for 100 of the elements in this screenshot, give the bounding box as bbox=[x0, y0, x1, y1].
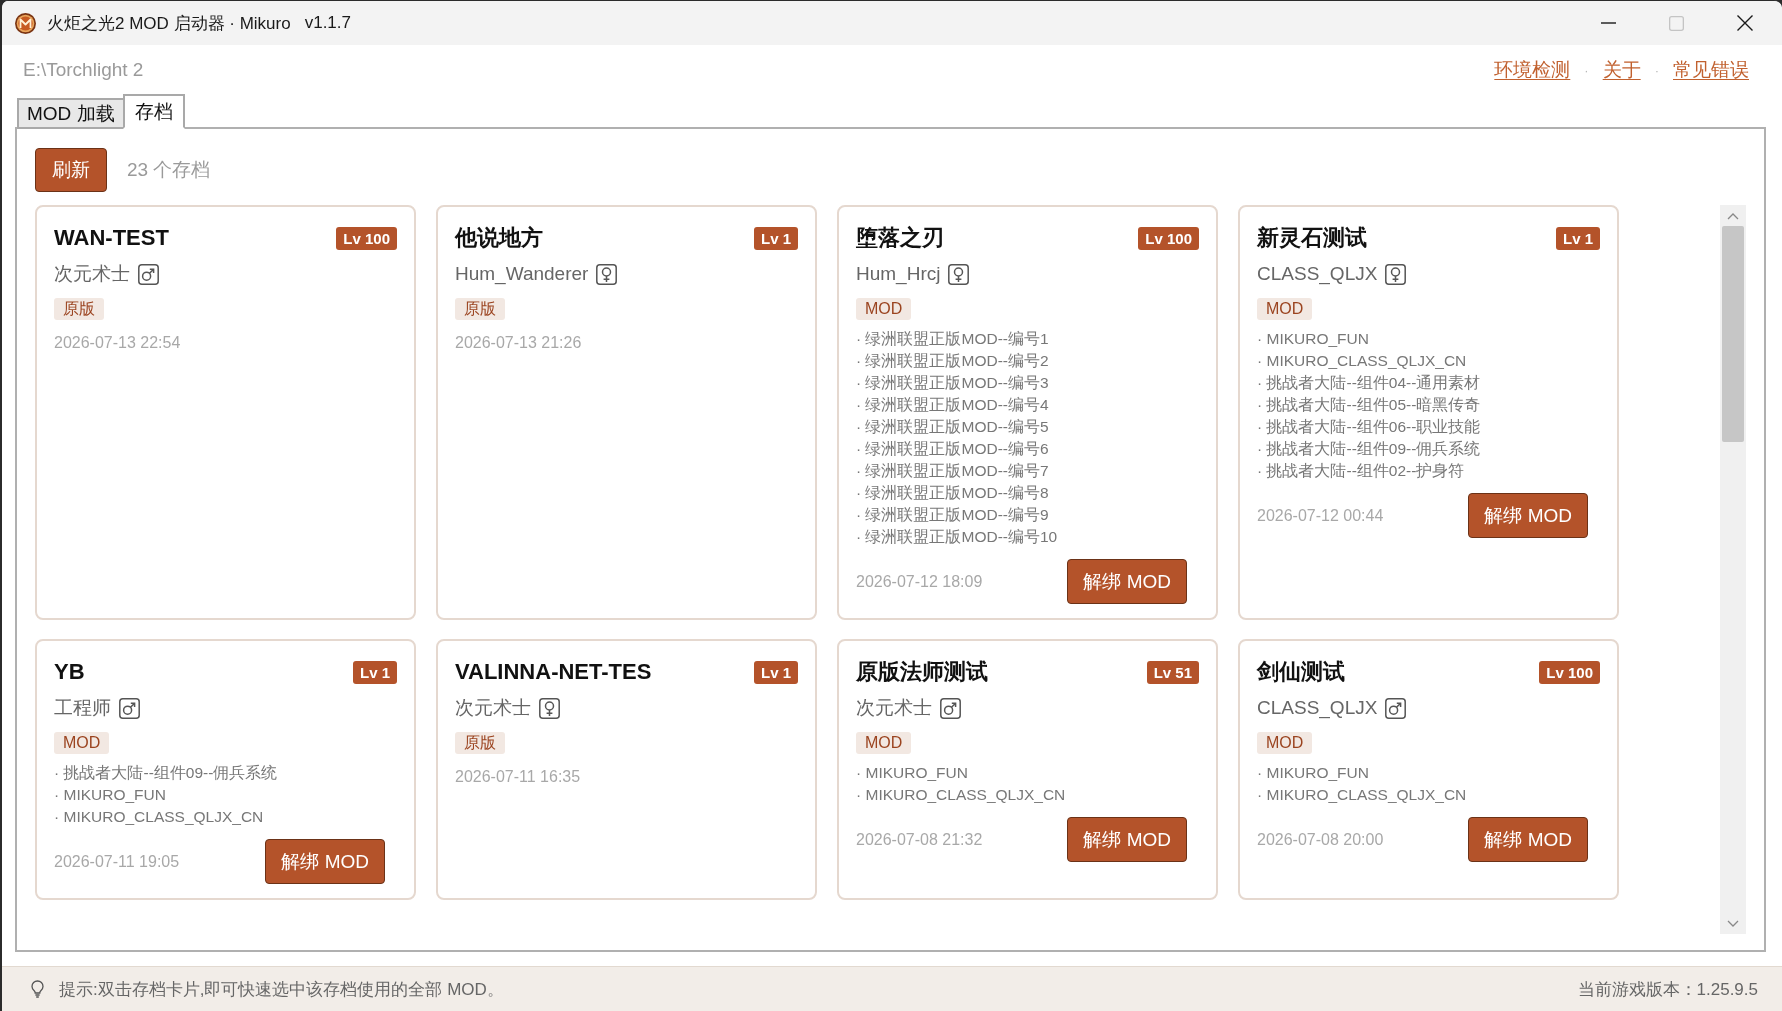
app-logo-icon bbox=[15, 12, 36, 34]
scroll-up-icon[interactable] bbox=[1727, 212, 1739, 220]
version-label: v1.1.7 bbox=[304, 13, 351, 33]
save-card[interactable]: 剑仙测试 Lv 100 CLASS_QLJX MOD · MIKURO_FUN · MIKURO_CLASS_QLJX_CN 2026-07-08 20:00 解绑 MOD bbox=[1238, 639, 1619, 900]
mod-list-item: · 绿洲联盟正版MOD--编号8 bbox=[856, 483, 1049, 503]
save-name: 堕落之刃 bbox=[856, 224, 944, 252]
mod-list-item: · 挑战者大陆--组件02--护身符 bbox=[1257, 461, 1465, 481]
save-name: 原版法师测试 bbox=[856, 658, 988, 686]
maximize-icon bbox=[1668, 15, 1684, 31]
mod-list-item: · 挑战者大陆--组件09--佣兵系统 bbox=[54, 763, 278, 783]
version-tag: MOD bbox=[54, 732, 110, 754]
unbind-mod-button[interactable]: 解绑 MOD bbox=[265, 839, 385, 884]
unbind-mod-button[interactable]: 解绑 MOD bbox=[1468, 817, 1588, 862]
mod-list-item: · MIKURO_FUN bbox=[856, 763, 968, 783]
level-badge: Lv 1 bbox=[754, 660, 798, 684]
save-date: 2026-07-08 20:00 bbox=[1257, 829, 1384, 850]
header-link[interactable]: 环境检测 bbox=[1494, 57, 1571, 83]
level-badge: Lv 51 bbox=[1146, 660, 1199, 684]
save-date: 2026-07-12 18:09 bbox=[856, 571, 983, 592]
unbind-mod-button[interactable]: 解绑 MOD bbox=[1468, 493, 1588, 538]
save-count: 23 个存档 bbox=[127, 158, 211, 182]
mod-list-item: · 绿洲联盟正版MOD--编号10 bbox=[856, 527, 1058, 547]
save-card[interactable]: WAN-TEST Lv 100 次元术士 原版 2026-07-13 22:54 bbox=[35, 205, 416, 620]
save-date: 2026-07-13 22:54 bbox=[54, 333, 181, 353]
mod-list-item: · MIKURO_CLASS_QLJX_CN bbox=[1257, 785, 1467, 805]
character-class: CLASS_QLJX bbox=[1257, 263, 1378, 285]
mod-list-item: · 绿洲联盟正版MOD--编号3 bbox=[856, 373, 1049, 393]
tab[interactable]: MOD 加载 bbox=[17, 98, 125, 129]
mod-list-item: · 绿洲联盟正版MOD--编号9 bbox=[856, 505, 1049, 525]
mod-list-item: · MIKURO_CLASS_QLJX_CN bbox=[54, 807, 264, 827]
mod-list-item: · 挑战者大陆--组件09--佣兵系统 bbox=[1257, 439, 1481, 459]
lightbulb-icon bbox=[31, 980, 44, 998]
header-link[interactable]: 常见错误 bbox=[1673, 57, 1749, 83]
character-class: CLASS_QLJX bbox=[1257, 697, 1378, 719]
version-tag: MOD bbox=[856, 732, 912, 754]
unbind-mod-button[interactable]: 解绑 MOD bbox=[1067, 817, 1187, 862]
version-tag: MOD bbox=[856, 298, 912, 320]
save-name: 他说地方 bbox=[455, 224, 543, 252]
mod-list-item: · 绿洲联盟正版MOD--编号6 bbox=[856, 439, 1049, 459]
mod-list-item: · MIKURO_FUN bbox=[1257, 763, 1369, 783]
character-class: 次元术士 bbox=[455, 696, 531, 720]
level-badge: Lv 1 bbox=[353, 660, 397, 684]
mod-list-item: · 挑战者大陆--组件06--职业技能 bbox=[1257, 417, 1481, 437]
mod-list-item: · 挑战者大陆--组件04--通用素材 bbox=[1257, 373, 1481, 393]
mod-list-item: · MIKURO_CLASS_QLJX_CN bbox=[1257, 351, 1467, 371]
save-date: 2026-07-12 00:44 bbox=[1257, 505, 1384, 526]
character-class: Hum_Wanderer bbox=[455, 263, 589, 285]
link-separator: · bbox=[1584, 63, 1589, 77]
unbind-mod-button[interactable]: 解绑 MOD bbox=[1067, 559, 1187, 604]
refresh-button[interactable]: 刷新 bbox=[35, 148, 107, 192]
level-badge: Lv 100 bbox=[1539, 660, 1600, 684]
save-name: YB bbox=[54, 659, 85, 685]
character-class: Hum_Hrcj bbox=[856, 263, 941, 285]
save-card[interactable]: 他说地方 Lv 1 Hum_Wanderer 原版 2026-07-13 21:26 bbox=[436, 205, 817, 620]
header-link[interactable]: 关于 bbox=[1602, 57, 1641, 83]
minimize-icon bbox=[1600, 22, 1616, 24]
mod-list-item: · 绿洲联盟正版MOD--编号4 bbox=[856, 395, 1049, 415]
version-tag: MOD bbox=[1257, 298, 1313, 320]
save-name: VALINNA-NET-TES bbox=[455, 659, 652, 685]
game-path: E:\Torchlight 2 bbox=[23, 59, 144, 81]
close-icon bbox=[1737, 15, 1753, 31]
version-tag: 原版 bbox=[54, 298, 104, 320]
save-card[interactable]: YB Lv 1 工程师 MOD · 挑战者大陆--组件09--佣兵系统 · MIKURO_FUN · MIKURO_CLASS_QLJX_CN 2026-07-11 19:05 解绑 MOD bbox=[35, 639, 416, 900]
mod-list-item: · MIKURO_FUN bbox=[54, 785, 166, 805]
mod-list-item: · 绿洲联盟正版MOD--编号5 bbox=[856, 417, 1049, 437]
level-badge: Lv 100 bbox=[336, 226, 397, 250]
version-tag: 原版 bbox=[455, 732, 505, 754]
save-date: 2026-07-08 21:32 bbox=[856, 829, 983, 850]
save-name: WAN-TEST bbox=[54, 225, 169, 251]
game-version: 当前游戏版本：1.25.9.5 bbox=[1577, 978, 1758, 1001]
mod-list-item: · 绿洲联盟正版MOD--编号2 bbox=[856, 351, 1049, 371]
save-date: 2026-07-11 19:05 bbox=[54, 851, 180, 872]
hint-text: 提示:双击存档卡片,即可快速选中该存档使用的全部 MOD。 bbox=[59, 978, 504, 1001]
character-class: 次元术士 bbox=[856, 696, 932, 720]
character-class: 次元术士 bbox=[54, 262, 130, 286]
mod-list-item: · 挑战者大陆--组件05--暗黑传奇 bbox=[1257, 395, 1481, 415]
window-title: 火炬之光2 MOD 启动器 · Mikuro bbox=[47, 12, 291, 35]
save-date: 2026-07-11 16:35 bbox=[455, 767, 581, 787]
save-name: 新灵石测试 bbox=[1257, 224, 1367, 252]
save-card[interactable]: 新灵石测试 Lv 1 CLASS_QLJX MOD · MIKURO_FUN · MIKURO_CLASS_QLJX_CN · 挑战者大陆--组件04--通用素材 · 挑战者大陆--组件05--暗黑传奇 · 挑战者大陆--组件06--职业技能 · 挑战者大陆--组件09--佣兵系统 · 挑战者大陆--组件02--护身符 2026-07-12 00:44 解绑 MOD bbox=[1238, 205, 1619, 620]
level-badge: Lv 1 bbox=[754, 226, 798, 250]
level-badge: Lv 100 bbox=[1138, 226, 1199, 250]
version-tag: MOD bbox=[1257, 732, 1313, 754]
level-badge: Lv 1 bbox=[1556, 226, 1600, 250]
scroll-down-icon[interactable] bbox=[1727, 920, 1739, 928]
mod-list-item: · 绿洲联盟正版MOD--编号1 bbox=[856, 329, 1049, 349]
link-separator: · bbox=[1654, 63, 1659, 77]
save-date: 2026-07-13 21:26 bbox=[455, 333, 582, 353]
version-tag: 原版 bbox=[455, 298, 505, 320]
save-name: 剑仙测试 bbox=[1257, 658, 1345, 686]
scrollbar[interactable] bbox=[1720, 205, 1746, 934]
character-class: 工程师 bbox=[54, 696, 111, 720]
mod-list-item: · 绿洲联盟正版MOD--编号7 bbox=[856, 461, 1049, 481]
scrollbar-thumb[interactable] bbox=[1722, 226, 1744, 442]
tab[interactable]: 存档 bbox=[122, 94, 185, 129]
mod-list-item: · MIKURO_FUN bbox=[1257, 329, 1369, 349]
save-card[interactable] bbox=[837, 205, 1218, 620]
save-card[interactable]: 原版法师测试 Lv 51 次元术士 MOD · MIKURO_FUN · MIKURO_CLASS_QLJX_CN 2026-07-08 21:32 解绑 MOD bbox=[837, 639, 1218, 900]
mod-list-item: · MIKURO_CLASS_QLJX_CN bbox=[856, 785, 1066, 805]
save-card[interactable]: VALINNA-NET-TES Lv 1 次元术士 原版 2026-07-11 16:35 bbox=[436, 639, 817, 900]
